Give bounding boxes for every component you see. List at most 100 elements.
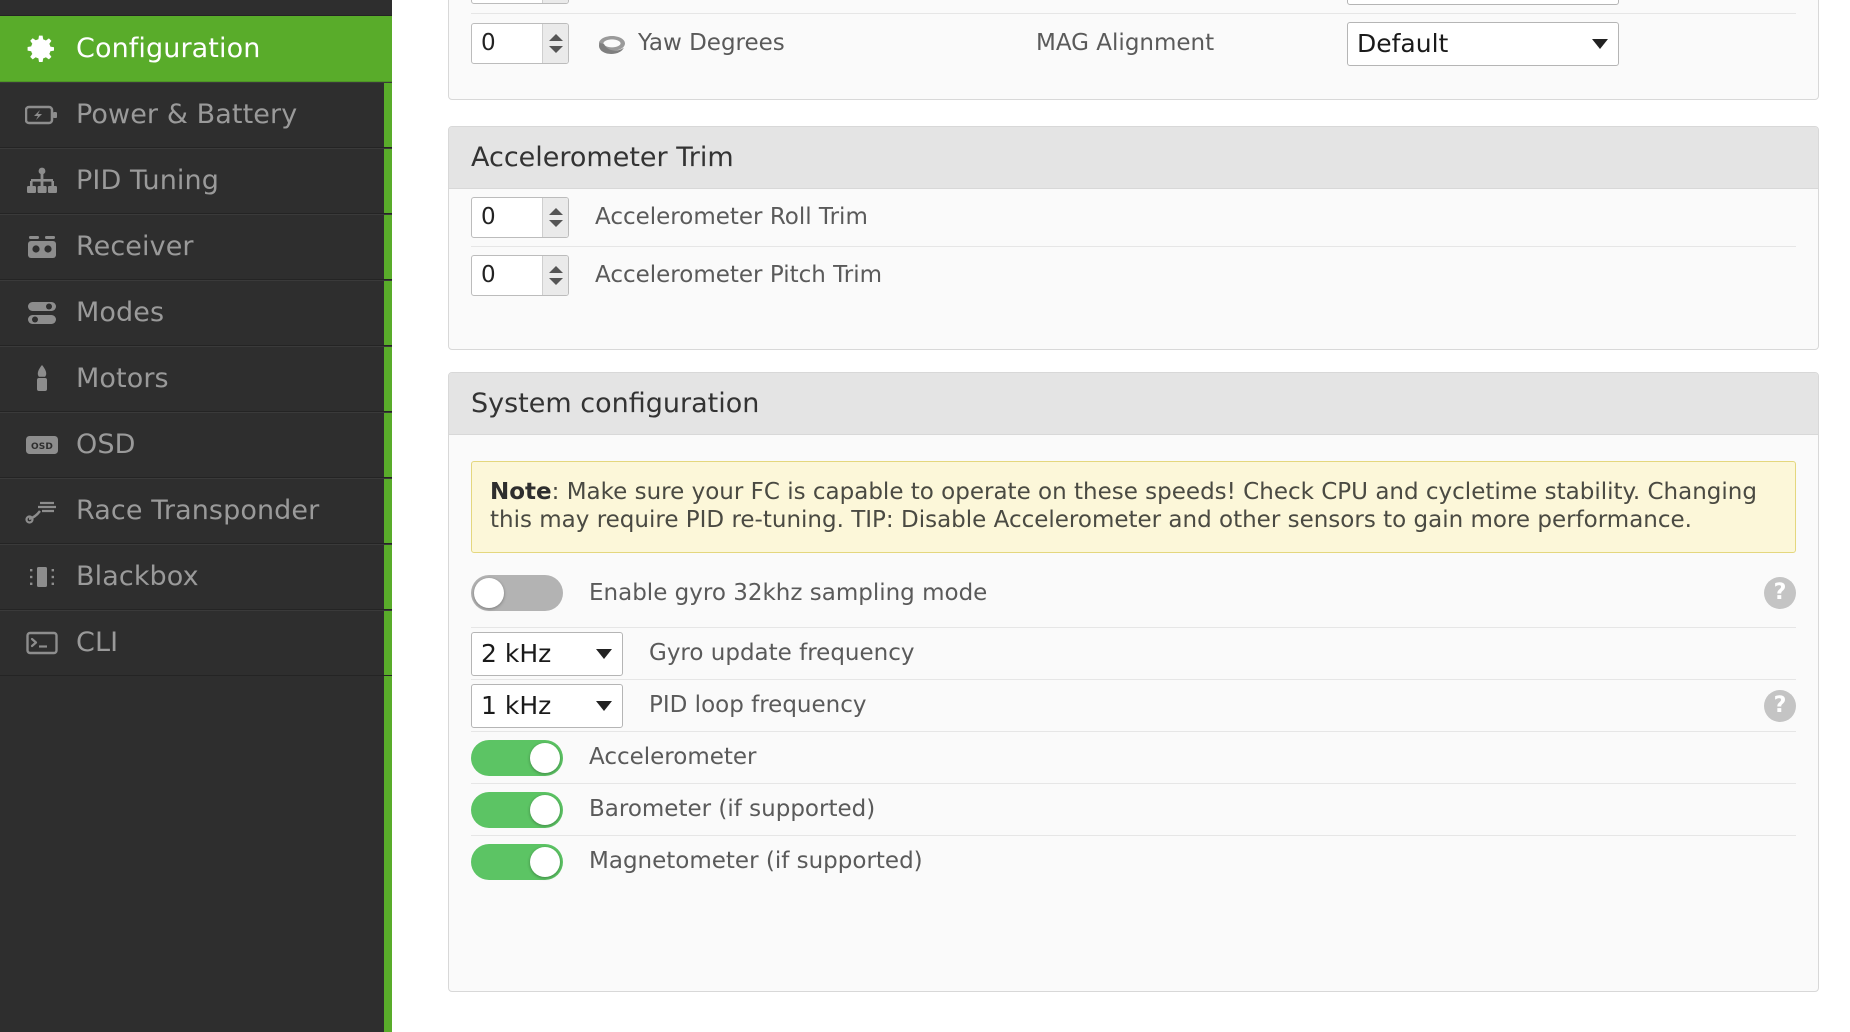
accel-roll-trim-stepper[interactable] [542, 198, 568, 237]
gyro-32khz-label: Enable gyro 32khz sampling mode [589, 579, 988, 606]
sidebar-item-power-battery[interactable]: Power & Battery [0, 82, 392, 148]
yaw-degrees-label: Yaw Degrees [638, 30, 785, 56]
sidebar-item-motors[interactable]: Motors [0, 346, 392, 412]
sidebar-item-label: Motors [76, 362, 169, 394]
barometer-row: Barometer (if supported) [471, 783, 1796, 835]
mag-alignment-value: Default [1357, 29, 1449, 58]
toggle-knob [530, 794, 560, 825]
sidebar-item-partial-above[interactable] [0, 0, 392, 16]
terminal-icon [22, 626, 62, 660]
sidebar-item-blackbox[interactable]: Blackbox [0, 544, 392, 610]
gyro-32khz-toggle[interactable] [471, 575, 563, 612]
system-configuration-note: Note: Make sure your FC is capable to op… [471, 461, 1796, 554]
stepper-up-icon[interactable] [548, 208, 563, 215]
note-prefix: Note [490, 479, 552, 505]
accel-roll-trim-row: 0 Accelerometer Roll Trim [471, 189, 1796, 246]
motor-icon [22, 362, 62, 396]
accel-roll-trim-label: Accelerometer Roll Trim [595, 204, 868, 230]
battery-icon [22, 98, 62, 132]
gyro-32khz-row: Enable gyro 32khz sampling mode ? [471, 559, 1796, 627]
accel-alignment-select[interactable]: Default [1347, 0, 1619, 5]
gyro-update-frequency-label: Gyro update frequency [649, 640, 915, 667]
system-configuration-title: System configuration [449, 373, 1818, 435]
yaw-degrees-input[interactable]: 0 [471, 23, 569, 64]
accelerometer-trim-panel: Accelerometer Trim 0 Accelerometer Roll … [448, 126, 1819, 350]
chevron-down-icon[interactable] [1592, 38, 1608, 49]
yaw-rotation-icon [595, 27, 629, 61]
sidebar-item-race-transponder[interactable]: Race Transponder [0, 478, 392, 544]
sidebar-item-label: Modes [76, 296, 165, 328]
toggle-knob [530, 742, 560, 773]
system-configuration-panel: System configuration Note: Make sure you… [448, 372, 1819, 992]
pid-loop-frequency-help-icon[interactable]: ? [1764, 689, 1796, 722]
stepper-down-icon[interactable] [548, 220, 563, 227]
accel-pitch-trim-label: Accelerometer Pitch Trim [595, 261, 883, 288]
stepper-down-icon[interactable] [548, 277, 563, 285]
app-root: Configuration Power & Battery PID Tuning… [0, 0, 1850, 1032]
accel-pitch-trim-row: 0 Accelerometer Pitch Trim [471, 246, 1796, 303]
sidebar-item-modes[interactable]: Modes [0, 280, 392, 346]
sidebar-item-label: Race Transponder [76, 494, 320, 526]
pitch-degrees-stepper[interactable] [542, 0, 568, 3]
pitch-degrees-row: 0 Pitch Degrees ACCEL Alignment Default [471, 0, 1796, 13]
sidebar-item-label: Blackbox [76, 560, 199, 592]
mag-alignment-select[interactable]: Default [1347, 21, 1619, 66]
board-alignment-panel: 0 Pitch Degrees ACCEL Alignment Default [448, 0, 1819, 100]
transmitter-icon [22, 230, 62, 264]
yaw-degrees-stepper[interactable] [542, 24, 568, 63]
transponder-icon [22, 494, 62, 528]
gyro-update-frequency-row: 2 kHz Gyro update frequency [471, 627, 1796, 679]
sidebar-item-pid-tuning[interactable]: PID Tuning [0, 148, 392, 214]
accelerometer-label: Accelerometer [589, 744, 757, 771]
sidebar-item-cli[interactable]: CLI [0, 610, 392, 676]
main-content: 0 Pitch Degrees ACCEL Alignment Default [400, 0, 1850, 1032]
accel-roll-trim-input[interactable]: 0 [471, 197, 569, 238]
accel-pitch-trim-stepper[interactable] [542, 255, 568, 295]
accel-pitch-trim-value: 0 [481, 261, 496, 288]
blackbox-icon [22, 560, 62, 594]
accelerometer-trim-title: Accelerometer Trim [449, 127, 1818, 189]
gyro-update-frequency-value: 2 kHz [481, 639, 552, 669]
pid-loop-frequency-value: 1 kHz [481, 691, 552, 721]
gyro-32khz-help-icon[interactable]: ? [1764, 577, 1796, 610]
magnetometer-row: Magnetometer (if supported) [471, 835, 1796, 887]
accel-roll-trim-value: 0 [481, 204, 496, 230]
sidebar-item-label: OSD [76, 428, 136, 460]
yaw-degrees-row: 0 Yaw Degrees MAG Alignment Default [471, 13, 1796, 73]
yaw-degrees-value: 0 [481, 30, 496, 56]
note-text: : Make sure your FC is capable to operat… [490, 479, 1757, 534]
chevron-down-icon[interactable] [596, 700, 612, 711]
pid-loop-frequency-label: PID loop frequency [649, 692, 867, 719]
gear-icon [22, 32, 62, 66]
magnetometer-label: Magnetometer (if supported) [589, 848, 923, 875]
accelerometer-row: Accelerometer [471, 731, 1796, 783]
barometer-toggle[interactable] [471, 791, 563, 828]
stepper-up-icon[interactable] [548, 265, 563, 273]
pid-loop-frequency-row: 1 kHz PID loop frequency ? [471, 679, 1796, 731]
sidebar-item-label: Power & Battery [76, 98, 298, 130]
sidebar-item-label: Configuration [76, 32, 261, 64]
stepper-down-icon[interactable] [548, 46, 563, 53]
toggle-knob [530, 846, 560, 877]
magnetometer-toggle[interactable] [471, 843, 563, 880]
sidebar-item-label: CLI [76, 626, 119, 658]
barometer-label: Barometer (if supported) [589, 796, 876, 823]
chevron-down-icon[interactable] [596, 648, 612, 659]
toggle-knob [474, 578, 504, 609]
sidebar-item-label: Receiver [76, 230, 194, 262]
accel-pitch-trim-input[interactable]: 0 [471, 254, 569, 296]
sidebar-item-configuration[interactable]: Configuration [0, 16, 392, 82]
sitemap-icon [22, 164, 62, 198]
sidebar-item-osd[interactable]: OSD OSD [0, 412, 392, 478]
sidebar-item-receiver[interactable]: Receiver [0, 214, 392, 280]
gyro-update-frequency-select[interactable]: 2 kHz [471, 631, 623, 676]
sidebar-item-label: PID Tuning [76, 164, 219, 196]
sliders-icon [22, 296, 62, 330]
pitch-degrees-input[interactable]: 0 [471, 0, 569, 4]
mag-alignment-label: MAG Alignment [1036, 30, 1215, 56]
accelerometer-toggle[interactable] [471, 739, 563, 776]
pid-loop-frequency-select[interactable]: 1 kHz [471, 683, 623, 728]
stepper-up-icon[interactable] [548, 34, 563, 41]
osd-icon: OSD [22, 428, 62, 462]
svg-text:OSD: OSD [31, 442, 53, 452]
